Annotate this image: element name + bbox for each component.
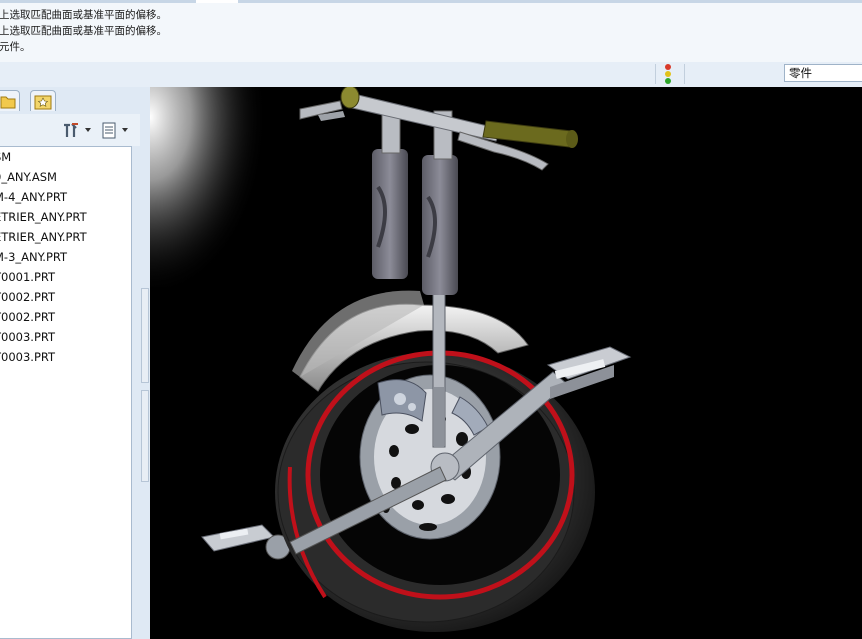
navigator-tabs [0, 88, 80, 112]
folder-tab[interactable] [0, 90, 20, 111]
panel-sash-handle[interactable] [141, 288, 149, 383]
message-line-1: 上选取匹配曲面或基准平面的偏移。 [0, 9, 167, 21]
status-separator [655, 64, 656, 84]
message-line-2: 上选取匹配曲面或基准平面的偏移。 [0, 25, 167, 37]
tree-item[interactable]: ETRIER_ANY.PRT [0, 210, 87, 224]
folder-icon [0, 96, 16, 109]
model-tree: SM 0_ANY.ASM M-4_ANY.PRT ETRIER_ANY.PRT … [0, 146, 132, 639]
tree-item[interactable]: 0_ANY.ASM [0, 170, 57, 184]
tree-item[interactable]: M-3_ANY.PRT [0, 250, 67, 264]
tree-item[interactable]: M-4_ANY.PRT [0, 190, 67, 204]
tree-columns-button[interactable] [100, 120, 134, 140]
tree-settings-button[interactable] [60, 120, 96, 140]
status-separator [684, 64, 685, 84]
status-bar [0, 62, 862, 88]
panel-sash-handle[interactable] [141, 390, 149, 482]
tree-item[interactable]: ETRIER_ANY.PRT [0, 230, 87, 244]
tree-toolbar [0, 114, 140, 146]
tree-item[interactable]: T0002.PRT [0, 290, 55, 304]
message-area: 上选取匹配曲面或基准平面的偏移。 上选取匹配曲面或基准平面的偏移。 元件。 [0, 0, 862, 63]
star-folder-icon [34, 95, 52, 110]
tree-item[interactable]: T0003.PRT [0, 350, 55, 364]
tree-item[interactable]: T0001.PRT [0, 270, 55, 284]
graphics-viewport[interactable] [150, 87, 862, 639]
favorites-tab[interactable] [30, 90, 56, 111]
tree-item[interactable]: SM [0, 150, 11, 164]
tree-item[interactable]: T0002.PRT [0, 310, 55, 324]
selection-filter-select[interactable]: 零件 [784, 64, 862, 82]
message-top-border [0, 0, 862, 3]
message-line-3: 元件。 [0, 41, 31, 53]
regen-status-icon[interactable] [664, 63, 672, 84]
tree-columns-icon [102, 122, 128, 139]
message-tab-highlight [196, 0, 238, 3]
tree-settings-icon [64, 123, 91, 137]
tree-item[interactable]: T0003.PRT [0, 330, 55, 344]
unicycle-model [150, 87, 632, 632]
